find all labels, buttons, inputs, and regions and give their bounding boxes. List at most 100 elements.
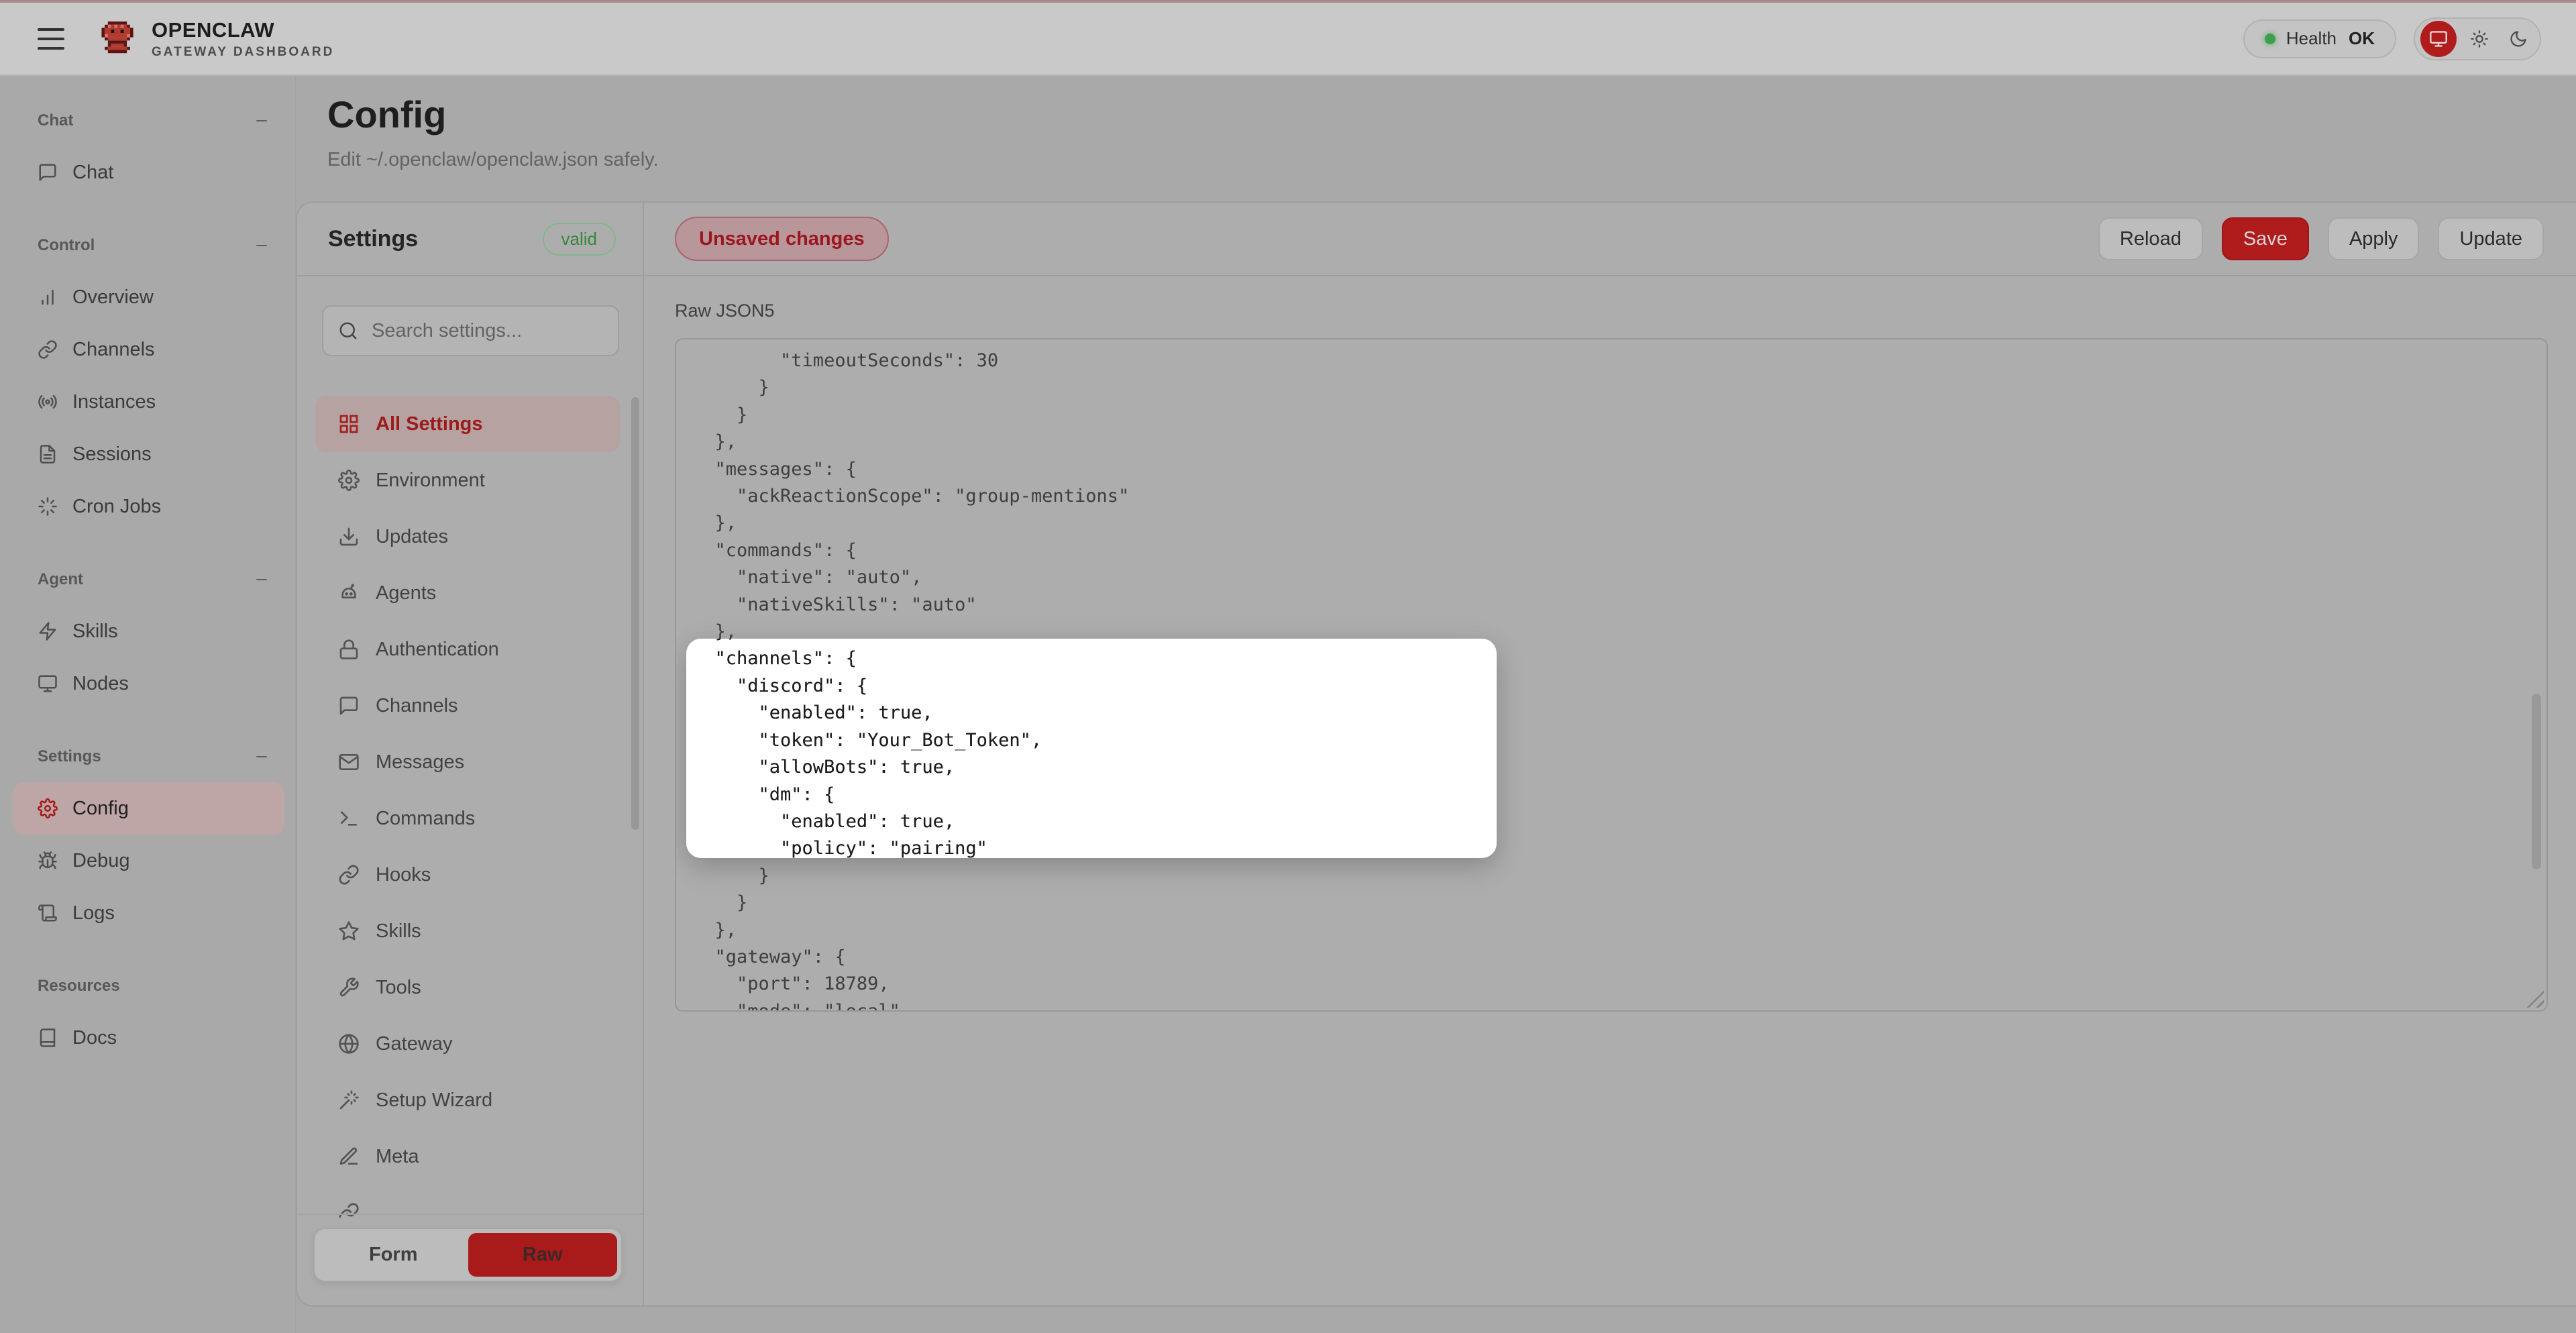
sidebar-item-overview[interactable]: Overview (13, 271, 284, 323)
health-label: Health (2286, 28, 2337, 49)
reload-button[interactable]: Reload (2098, 217, 2203, 260)
panel-title: Settings (328, 226, 418, 252)
category-item-all-settings[interactable]: All Settings (315, 396, 620, 452)
search-input[interactable] (370, 319, 603, 343)
category-item-clipped-14[interactable] (315, 1185, 620, 1218)
json-editor[interactable]: "timeoutSeconds": 30 } } }, "messages": … (675, 338, 2548, 1012)
sidebar-section-header: Agent (0, 566, 295, 593)
category-item-label: All Settings (376, 413, 483, 435)
config-toolbar: Unsaved changes Reload Save Apply Update (644, 203, 2576, 276)
sidebar-section-resources: Resources Docs (0, 973, 295, 1064)
sidebar-section-settings: Settings Config Debug Logs (0, 743, 295, 939)
sidebar-section-agent: Agent Skills Nodes (0, 566, 295, 710)
sidebar-item-skills[interactable]: Skills (13, 605, 284, 657)
menu-icon[interactable] (38, 28, 64, 50)
category-item-messages[interactable]: Messages (315, 734, 620, 790)
category-item-agents[interactable]: Agents (315, 565, 620, 621)
category-item-authentication[interactable]: Authentication (315, 621, 620, 678)
zap-icon (38, 621, 58, 641)
sidebar-item-label: Debug (72, 850, 129, 872)
raw-view-button[interactable]: Raw (468, 1233, 618, 1277)
update-button[interactable]: Update (2438, 217, 2544, 260)
lock-icon (338, 639, 360, 660)
category-item-label: Environment (376, 470, 485, 492)
collapse-section-icon[interactable] (254, 113, 270, 129)
settings-list-scrollbar[interactable] (631, 397, 639, 830)
category-item-environment[interactable]: Environment (315, 452, 620, 509)
sidebar-item-channels[interactable]: Channels (13, 323, 284, 376)
page-subtitle: Edit ~/.openclaw/openclaw.json safely. (327, 149, 659, 171)
sidebar-section-header: Settings (0, 743, 295, 770)
page-title: Config (327, 93, 446, 136)
sidebar-item-chat[interactable]: Chat (13, 146, 284, 199)
sidebar: ChatChatControlOverviewChannelsInstances… (0, 77, 296, 1333)
save-button[interactable]: Save (2222, 217, 2309, 260)
sidebar-section-header: Chat (0, 107, 295, 134)
theme-system-button[interactable] (2420, 21, 2457, 57)
grid-icon (338, 413, 360, 435)
app-header: OPENCLAW GATEWAY DASHBOARD Health OK (0, 3, 2576, 76)
brand-subtitle: GATEWAY DASHBOARD (152, 45, 334, 60)
health-value: OK (2349, 28, 2375, 49)
unsaved-changes-badge: Unsaved changes (675, 217, 889, 261)
app-root: OPENCLAW GATEWAY DASHBOARD Health OK Cha… (0, 0, 2576, 1333)
sidebar-item-instances[interactable]: Instances (13, 376, 284, 428)
sidebar-item-label: Overview (72, 286, 154, 309)
bot-icon (338, 582, 360, 604)
monitor-icon (2429, 30, 2448, 48)
category-item-label: Channels (376, 695, 458, 717)
sidebar-item-cron-jobs[interactable]: Cron Jobs (13, 480, 284, 533)
sidebar-section-label: Resources (38, 977, 120, 996)
category-item-meta[interactable]: Meta (315, 1128, 620, 1185)
category-item-label: Agents (376, 582, 436, 604)
sidebar-item-label: Channels (72, 339, 155, 361)
wand-icon (338, 1089, 360, 1111)
sidebar-item-label: Logs (72, 902, 115, 924)
settings-panel: Settings valid All Settings Environment Up… (297, 203, 644, 1305)
sidebar-item-label: Nodes (72, 673, 129, 695)
theme-light-button[interactable] (2463, 23, 2496, 55)
sidebar-item-config[interactable]: Config (13, 782, 284, 835)
view-mode-toggle: Form Raw (313, 1228, 623, 1282)
sidebar-item-label: Skills (72, 621, 118, 643)
category-item-gateway[interactable]: Gateway (315, 1016, 620, 1072)
collapse-section-icon[interactable] (254, 237, 270, 254)
sidebar-item-sessions[interactable]: Sessions (13, 428, 284, 480)
settings-search[interactable] (322, 305, 619, 356)
category-item-label: Authentication (376, 639, 499, 661)
sidebar-item-docs[interactable]: Docs (13, 1012, 284, 1064)
collapse-section-icon[interactable] (254, 572, 270, 588)
category-item-updates[interactable]: Updates (315, 509, 620, 565)
category-item-setup-wizard[interactable]: Setup Wizard (315, 1072, 620, 1128)
brand-name: OPENCLAW (152, 18, 334, 42)
star-icon (338, 920, 360, 942)
valid-badge: valid (543, 223, 616, 256)
crab-logo-icon (95, 16, 140, 62)
editor-scrollbar[interactable] (2532, 694, 2541, 869)
pencil-icon (338, 1146, 360, 1167)
category-item-label: Gateway (376, 1033, 452, 1055)
apply-button[interactable]: Apply (2328, 217, 2420, 260)
book-icon (38, 1028, 58, 1048)
file-icon (38, 444, 58, 464)
moon-icon (2509, 30, 2528, 48)
sidebar-section-label: Agent (38, 570, 83, 589)
loader-icon (38, 496, 58, 517)
collapse-section-icon[interactable] (254, 749, 270, 765)
sidebar-item-nodes[interactable]: Nodes (13, 657, 284, 710)
form-view-button[interactable]: Form (319, 1233, 468, 1277)
category-item-channels[interactable]: Channels (315, 678, 620, 734)
bug-icon (38, 851, 58, 871)
sidebar-item-logs[interactable]: Logs (13, 887, 284, 939)
category-item-hooks[interactable]: Hooks (315, 847, 620, 903)
category-item-skills[interactable]: Skills (315, 903, 620, 959)
sidebar-item-label: Chat (72, 162, 113, 184)
category-item-commands[interactable]: Commands (315, 790, 620, 847)
category-item-label: Setup Wizard (376, 1089, 492, 1112)
sidebar-item-debug[interactable]: Debug (13, 835, 284, 887)
category-item-tools[interactable]: Tools (315, 959, 620, 1016)
globe-icon (338, 1033, 360, 1055)
theme-dark-button[interactable] (2502, 23, 2534, 55)
sidebar-item-label: Instances (72, 391, 156, 413)
bars-icon (38, 287, 58, 307)
